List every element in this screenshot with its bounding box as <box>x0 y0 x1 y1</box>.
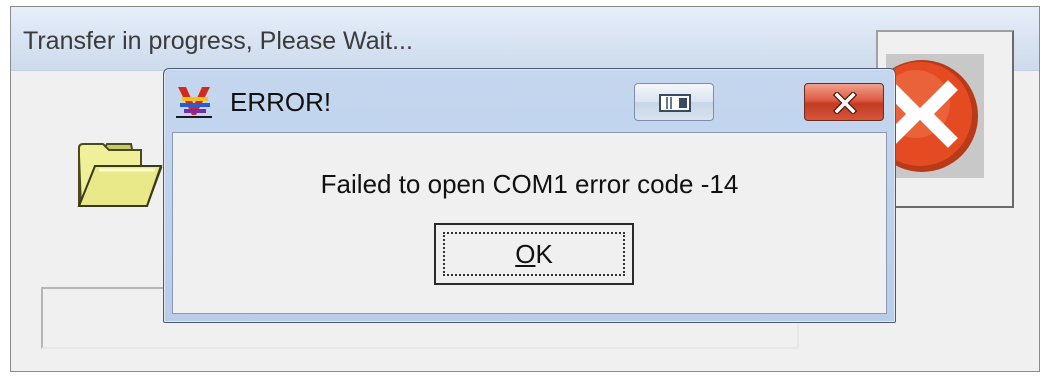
ok-button[interactable]: OK <box>434 223 634 285</box>
cancel-x-icon <box>886 60 978 172</box>
error-dialog-body: Failed to open COM1 error code -14 OK <box>172 132 887 314</box>
ok-button-label: OK <box>436 239 632 270</box>
transfer-window-title: Transfer in progress, Please Wait... <box>23 27 413 55</box>
error-dialog-titlebar[interactable]: ERROR! <box>164 69 895 131</box>
cancel-transfer-button[interactable] <box>876 30 1014 208</box>
error-dialog-title: ERROR! <box>230 87 332 117</box>
folder-icon <box>77 143 163 207</box>
error-dialog: ERROR! Failed to open COM1 error code -1… <box>163 68 896 323</box>
close-button[interactable] <box>804 83 884 121</box>
restore-icon <box>659 94 691 112</box>
app-logo-icon <box>176 87 212 118</box>
cancel-button-face <box>886 54 984 178</box>
error-message: Failed to open COM1 error code -14 <box>320 169 739 199</box>
close-icon <box>833 92 857 114</box>
ok-label-rest: K <box>535 239 553 269</box>
ok-mnemonic: O <box>515 239 536 269</box>
restore-button[interactable] <box>634 83 714 121</box>
